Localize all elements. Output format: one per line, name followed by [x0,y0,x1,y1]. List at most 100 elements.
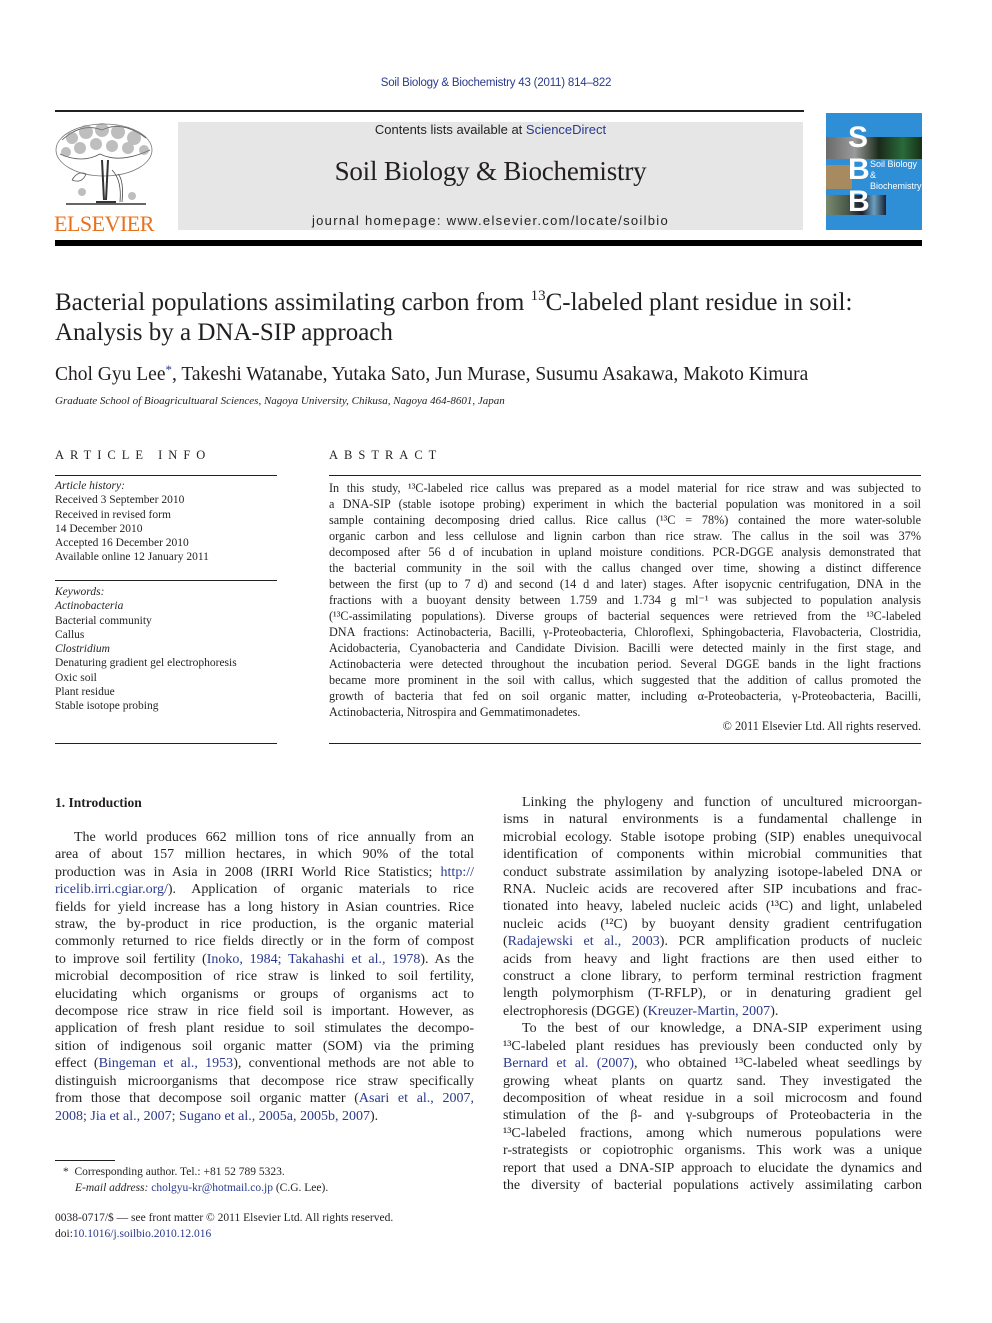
header-top-rule [55,110,804,112]
journal-banner: Contents lists available at ScienceDirec… [178,122,803,230]
keywords-list: Keywords: Actinobacteria Bacterial commu… [55,585,277,714]
abstract-heading: ABSTRACT [329,448,443,462]
keyword-item: Clostridium [55,643,110,656]
first-author: Chol Gyu Lee [55,364,166,385]
footnote-email: E-mail address: cholgyu-kr@hotmail.co.jp… [55,1181,328,1197]
article-history: Article history: Received 3 September 20… [55,479,277,565]
intro-line: length polymorphism (T-RFLP), or in dena… [503,986,922,1002]
intro-line: acids from heavy and light fractions are… [503,951,922,967]
header-bottom-rule [55,240,922,246]
title-part1: Bacterial populations assimilating carbo… [55,289,531,316]
citation-link[interactable]: Kreuzer-Martin, 2007 [648,1004,771,1019]
keyword-item: Actinobacteria [55,600,124,613]
intro-line: microbial decomposition of rice straw is… [55,969,474,985]
keyword-item: Denaturing gradient gel electrophoresis [55,657,237,670]
introduction-heading: 1. Introduction [55,795,142,810]
other-authors: , Takeshi Watanabe, Yutaka Sato, Jun Mur… [171,364,809,385]
intro-line: microbial ecology. Stable isotope probin… [503,829,922,845]
abstract-line: Acidobacteria, Cyanobacteria and Candida… [329,641,921,655]
abstract-rule-bottom [329,743,921,744]
title-line2: Analysis by a DNA-SIP approach [55,319,393,346]
citation-link[interactable]: Asari et al., 2007, [359,1091,474,1106]
intro-line: Bernard et al. (2007), who obtained ¹³C-… [503,1056,922,1072]
intro-line: stimulation of the β- and γ-subgroups of… [503,1108,922,1124]
intro-line: construct a clone library, to perform te… [503,969,922,985]
intro-line: to improve soil fertility (Inoko, 1984; … [55,951,475,967]
history-item: Accepted 16 December 2010 [55,537,189,550]
citation-link[interactable]: 2008; Jia et al., 2007; Sugano et al., 2… [55,1109,370,1124]
history-item: Available online 12 January 2011 [55,551,209,564]
keyword-item: Bacterial community [55,614,152,627]
intro-line: To the best of our knowledge, a DNA-SIP … [522,1021,922,1037]
citation-link[interactable]: http:// [441,865,474,880]
journal-reference[interactable]: Soil Biology & Biochemistry 43 (2011) 81… [0,77,992,89]
intro-line: RNA. Nucleic acids are recovered after S… [503,882,922,898]
citation-link[interactable]: Inoko, 1984; Takahashi et al., 1978 [207,952,421,967]
abstract-text: In this study, ¹³C-labeled rice callus w… [329,480,921,720]
intro-line: ricelib.irri.cgiar.org/). Application of… [55,882,474,898]
abstract-line: organic carbon and less cellulose and li… [329,529,921,543]
front-matter: 0038-0717/$ — see front matter © 2011 El… [55,1211,393,1242]
elsevier-wordmark: ELSEVIER [54,211,154,236]
doi-link[interactable]: 10.1016/j.soilbio.2010.12.016 [73,1228,211,1240]
intro-line: fields for yield increase has a long his… [55,899,474,915]
journal-homepage-link[interactable]: journal homepage: www.elsevier.com/locat… [178,213,803,228]
intro-line: the diversity of bacterial populations a… [503,1177,922,1193]
intro-line: decomposition of wheat residue in a soil… [503,1090,922,1106]
cover-photo-strip-1 [826,137,922,159]
intro-line: decompose rice straw in rice field soil … [55,1004,474,1020]
journal-cover-image: S B B Soil Biology & Biochemistry [826,113,922,230]
intro-line: application of fresh plant residue to so… [55,1021,474,1037]
intro-line: tionated into heavy, labeled nucleic aci… [503,899,922,915]
sciencedirect-link[interactable]: ScienceDirect [526,122,606,137]
front-matter-text: 0038-0717/$ — see front matter © 2011 El… [55,1212,394,1224]
intro-line: r-strategists or copiotrophic organisms.… [503,1143,922,1159]
author-list: Chol Gyu Lee*, Takeshi Watanabe, Yutaka … [55,362,808,386]
citation-link[interactable]: Radajewski et al., 2003 [508,934,660,949]
keyword-item: Oxic soil [55,671,97,684]
abstract-copyright: © 2011 Elsevier Ltd. All rights reserved… [722,719,921,733]
cover-letter-b1: B [848,153,870,186]
intro-line: commonly returned to rice fields directl… [55,934,474,950]
citation-link[interactable]: Bernard et al. (2007) [503,1056,634,1071]
footnote-tel: Corresponding author. Tel.: +81 52 789 5… [74,1166,285,1178]
cover-letter-s: S [848,121,869,154]
abstract-line: sample containing decomposing dried call… [329,513,921,527]
footnote-corresponding: * Corresponding author. Tel.: +81 52 789… [55,1165,328,1181]
author-email-link[interactable]: cholgyu-kr@hotmail.co.jp [151,1182,273,1194]
footnote-rule [55,1160,115,1161]
email-label: E-mail address: [75,1181,152,1194]
keyword-item: Callus [55,628,85,641]
intro-line: production was in Asia in 2008 (IRRI Wor… [55,864,474,880]
history-item: Received in revised form [55,508,171,521]
keyword-item: Plant residue [55,686,115,699]
contents-availability: Contents lists available at ScienceDirec… [178,122,803,137]
abstract-rule-top [329,475,921,476]
article-info-rule-2 [55,580,277,581]
abstract-line: Actinobacteria were detected throughout … [329,657,921,671]
intro-line: Linking the phylogeny and function of un… [522,795,922,810]
footnote-mark: * [63,1166,69,1178]
article-info-rule-3 [55,743,277,744]
intro-line: straw, the by-product in rice production… [55,917,474,933]
abstract-line: DNA fractions: Actinobacteria, Bacilli, … [329,625,921,639]
intro-line: from those that decompose soil organic m… [55,1091,474,1107]
abstract-line: the bacterial community in the soil with… [329,561,921,575]
intro-line: identification of components within micr… [503,847,922,863]
affiliation: Graduate School of Bioagricultuaral Scie… [55,395,505,407]
cover-letter-b2: B [848,185,870,218]
intro-line: isms in natural environments is a fundam… [503,812,922,828]
citation-link[interactable]: Bingeman et al., 1953 [99,1056,234,1071]
intro-line: electrophoresis (DGGE) (Kreuzer-Martin, … [503,1003,779,1019]
intro-line: The world produces 662 million tons of r… [74,830,474,845]
title-part2: C-labeled plant residue in soil: [545,289,853,316]
email-suffix: (C.G. Lee). [272,1181,329,1194]
citation-link[interactable]: ricelib.irri.cgiar.org/ [55,882,168,897]
intro-line: conduct substrate assimilation by analyz… [503,864,922,880]
intro-line: elucidating which organisms or groups of… [55,986,474,1002]
intro-line: effect (Bingeman et al., 1953), conventi… [55,1056,475,1072]
article-title: Bacterial populations assimilating carbo… [55,288,935,348]
abstract-line: a DNA-SIP (stable isotope probing) exper… [329,497,921,511]
doi-line: doi:10.1016/j.soilbio.2010.12.016 [55,1227,393,1243]
intro-line: (Radajewski et al., 2003). PCR amplifica… [503,934,923,950]
